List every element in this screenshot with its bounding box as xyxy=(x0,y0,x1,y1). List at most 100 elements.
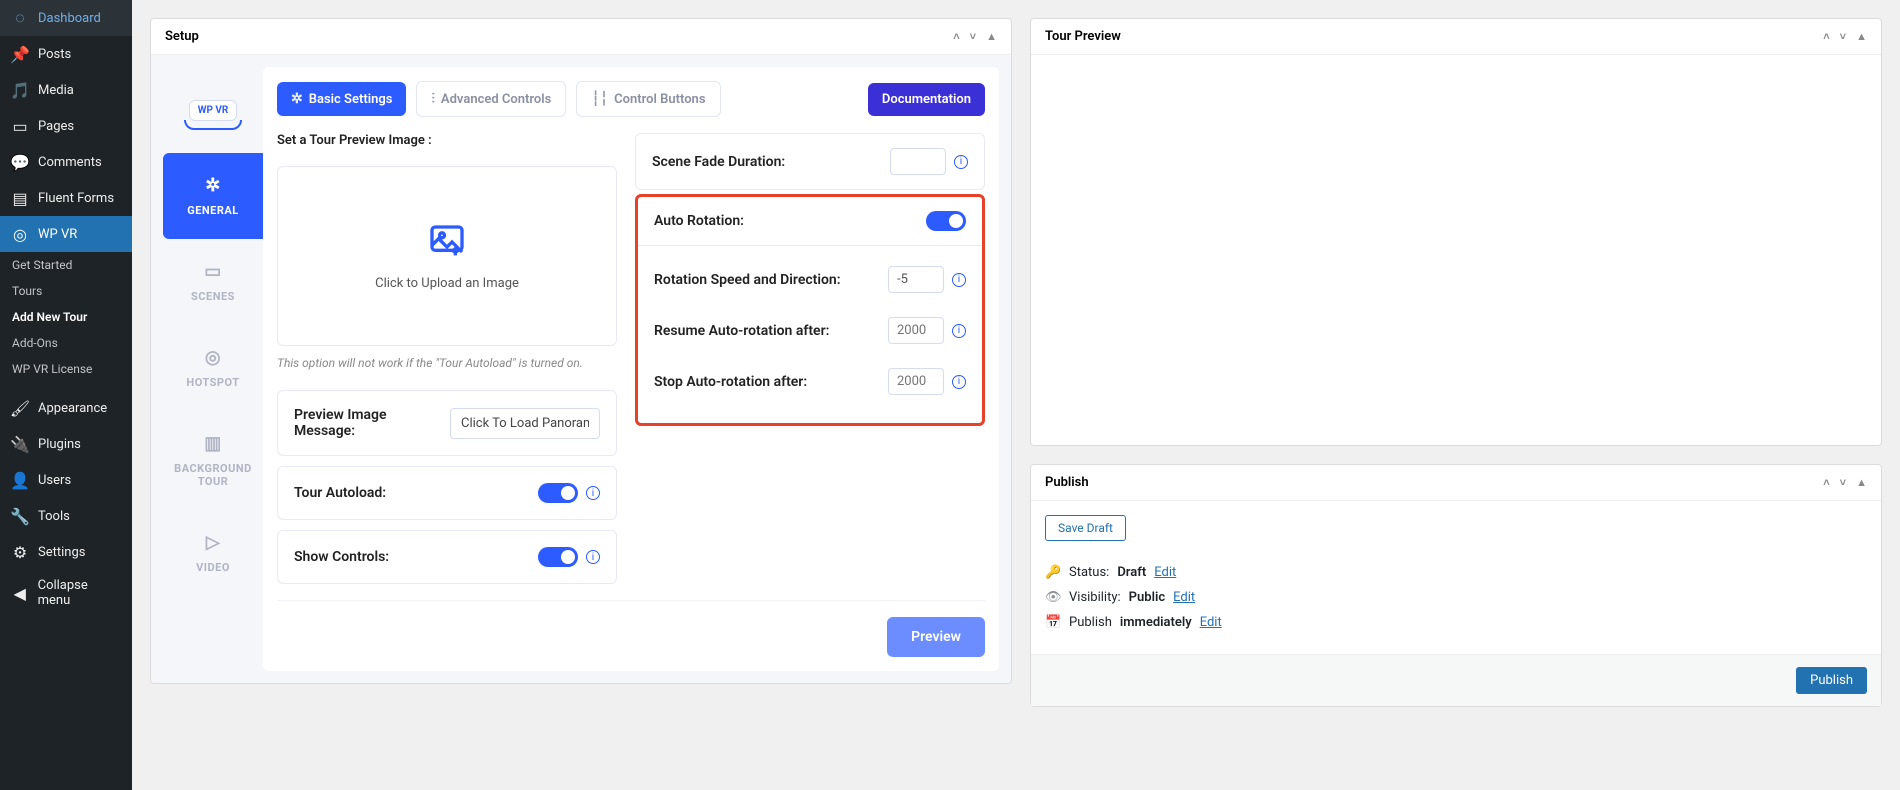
sidebar-sub-tours[interactable]: Tours xyxy=(0,278,132,304)
schedule-value: immediately xyxy=(1120,615,1192,630)
vtab-hotspot[interactable]: ◎HOTSPOT xyxy=(163,325,263,411)
panel-toggle-icon[interactable]: ▲ xyxy=(1856,476,1867,489)
sliders-icon: ⫶ xyxy=(431,91,435,107)
info-icon[interactable]: i xyxy=(952,375,966,389)
sidebar-sub-license[interactable]: WP VR License xyxy=(0,356,132,382)
resume-rotation-input[interactable] xyxy=(888,317,944,344)
sidebar-item-plugins[interactable]: 🔌Plugins xyxy=(0,426,132,462)
visibility-value: Public xyxy=(1129,590,1165,605)
show-controls-card: Show Controls: i xyxy=(277,530,617,584)
sidebar-sub-getstarted[interactable]: Get Started xyxy=(0,252,132,278)
vtab-backgroundtour[interactable]: ▥BACKGROUND TOUR xyxy=(163,411,263,510)
sidebar-item-fluentforms[interactable]: ▤Fluent Forms xyxy=(0,180,132,216)
upload-preview-image[interactable]: Click to Upload an Image xyxy=(277,166,617,346)
info-icon[interactable]: i xyxy=(952,324,966,338)
sidebar-item-posts[interactable]: 📌 Posts xyxy=(0,36,132,72)
tour-autoload-toggle[interactable] xyxy=(538,483,578,503)
stop-rotation-input[interactable] xyxy=(888,368,944,395)
vtab-video[interactable]: ▷VIDEO xyxy=(163,510,263,596)
sidebar-item-wpvr[interactable]: ◎WP VR xyxy=(0,216,132,252)
schedule-prefix: Publish xyxy=(1069,615,1112,630)
info-icon[interactable]: i xyxy=(954,155,968,169)
panel-down-icon[interactable]: ˅ xyxy=(1840,476,1846,489)
sidebar-item-settings[interactable]: ⚙Settings xyxy=(0,534,132,570)
auto-rotation-toggle[interactable] xyxy=(926,211,966,231)
preview-message-card: Preview Image Message: xyxy=(277,390,617,456)
publish-panel: Publish ˄˅▲ Save Draft 🔑 Status: Draft E… xyxy=(1030,464,1882,707)
vr-icon: ◎ xyxy=(10,224,30,244)
publish-button[interactable]: Publish xyxy=(1796,667,1867,694)
info-icon[interactable]: i xyxy=(952,273,966,287)
sidebar-item-users[interactable]: 👤Users xyxy=(0,462,132,498)
tour-autoload-label: Tour Autoload: xyxy=(294,485,386,501)
info-icon[interactable]: i xyxy=(586,486,600,500)
brush-icon: 🖌 xyxy=(10,398,30,418)
sidebar-item-dashboard[interactable]: ◌Dashboard xyxy=(0,0,132,36)
setup-panel: Setup ˄ ˅ ▲ WP VR ✲GENERAL ▭SCENES ◎HOTS… xyxy=(150,18,1012,684)
panel-title: Setup xyxy=(165,29,199,44)
pin-icon: 📌 xyxy=(10,44,30,64)
tab-control-buttons[interactable]: ┆╎Control Buttons xyxy=(576,81,720,117)
vtab-scenes[interactable]: ▭SCENES xyxy=(163,239,263,325)
tab-basic-settings[interactable]: ✲Basic Settings xyxy=(277,82,406,116)
image-icon: ▭ xyxy=(204,261,222,282)
panel-down-icon[interactable]: ˅ xyxy=(1840,30,1846,43)
panel-up-icon[interactable]: ˄ xyxy=(953,30,959,43)
edit-status-link[interactable]: Edit xyxy=(1154,565,1176,580)
show-controls-toggle[interactable] xyxy=(538,547,578,567)
sidebar-item-label: Posts xyxy=(38,47,71,62)
layers-icon: ▥ xyxy=(204,433,222,454)
controls-icon: ┆╎ xyxy=(591,91,608,107)
status-label: Status: xyxy=(1069,565,1109,580)
sidebar-item-media[interactable]: 🎵Media xyxy=(0,72,132,108)
panel-toggle-icon[interactable]: ▲ xyxy=(1856,30,1867,43)
sidebar-item-comments[interactable]: 💬 Comments xyxy=(0,144,132,180)
sidebar-sub-addnewtour[interactable]: Add New Tour xyxy=(0,304,132,330)
tour-preview-body xyxy=(1031,55,1881,445)
upload-text: Click to Upload an Image xyxy=(375,276,519,291)
panel-up-icon[interactable]: ˄ xyxy=(1823,30,1829,43)
tour-preview-header: Tour Preview ˄˅▲ xyxy=(1031,19,1881,55)
rotation-speed-input[interactable] xyxy=(888,266,944,293)
sidebar-item-collapse[interactable]: ◀ Collapse menu xyxy=(0,570,132,616)
auto-rotation-highlight: Auto Rotation: Rotation Speed and Direct… xyxy=(635,194,985,426)
collapse-icon: ◀ xyxy=(10,583,30,603)
plugin-icon: 🔌 xyxy=(10,434,30,454)
publish-header: Publish ˄˅▲ xyxy=(1031,465,1881,501)
setup-panel-header: Setup ˄ ˅ ▲ xyxy=(151,19,1011,55)
edit-schedule-link[interactable]: Edit xyxy=(1200,615,1222,630)
sidebar-item-label: Collapse menu xyxy=(38,578,122,608)
status-value: Draft xyxy=(1117,565,1146,580)
sidebar-sub-addons[interactable]: Add-Ons xyxy=(0,330,132,356)
preview-button[interactable]: Preview xyxy=(887,617,985,657)
settings-tabbar: ✲Basic Settings ⫶Advanced Controls ┆╎Con… xyxy=(277,81,985,117)
video-icon: ▷ xyxy=(206,532,220,553)
panel-down-icon[interactable]: ˅ xyxy=(970,30,976,43)
scene-fade-label: Scene Fade Duration: xyxy=(652,154,785,170)
info-icon[interactable]: i xyxy=(586,550,600,564)
sidebar-item-pages[interactable]: ▭Pages xyxy=(0,108,132,144)
preview-message-label: Preview Image Message: xyxy=(294,407,424,439)
calendar-icon: 📅 xyxy=(1045,615,1061,630)
sidebar-item-appearance[interactable]: 🖌Appearance xyxy=(0,390,132,426)
vtab-general[interactable]: ✲GENERAL xyxy=(163,153,263,239)
sidebar-item-label: Media xyxy=(38,83,74,98)
save-draft-button[interactable]: Save Draft xyxy=(1045,515,1126,541)
main-content: Setup ˄ ˅ ▲ WP VR ✲GENERAL ▭SCENES ◎HOTS… xyxy=(132,0,1900,790)
form-icon: ▤ xyxy=(10,188,30,208)
sidebar-item-tools[interactable]: 🔧Tools xyxy=(0,498,132,534)
tab-advanced-controls[interactable]: ⫶Advanced Controls xyxy=(416,81,566,117)
edit-visibility-link[interactable]: Edit xyxy=(1173,590,1195,605)
sidebar-item-label: Comments xyxy=(38,155,102,170)
preview-image-label: Set a Tour Preview Image : xyxy=(277,133,617,148)
panel-up-icon[interactable]: ˄ xyxy=(1823,476,1829,489)
comment-icon: 💬 xyxy=(10,152,30,172)
show-controls-label: Show Controls: xyxy=(294,549,389,565)
upload-image-icon xyxy=(427,222,467,262)
scene-fade-input[interactable] xyxy=(890,148,946,175)
scene-fade-box: Scene Fade Duration: i xyxy=(635,133,985,190)
preview-message-input[interactable] xyxy=(450,408,600,439)
sidebar-item-label: Pages xyxy=(38,119,74,134)
panel-toggle-icon[interactable]: ▲ xyxy=(986,30,997,43)
documentation-button[interactable]: Documentation xyxy=(868,83,985,116)
